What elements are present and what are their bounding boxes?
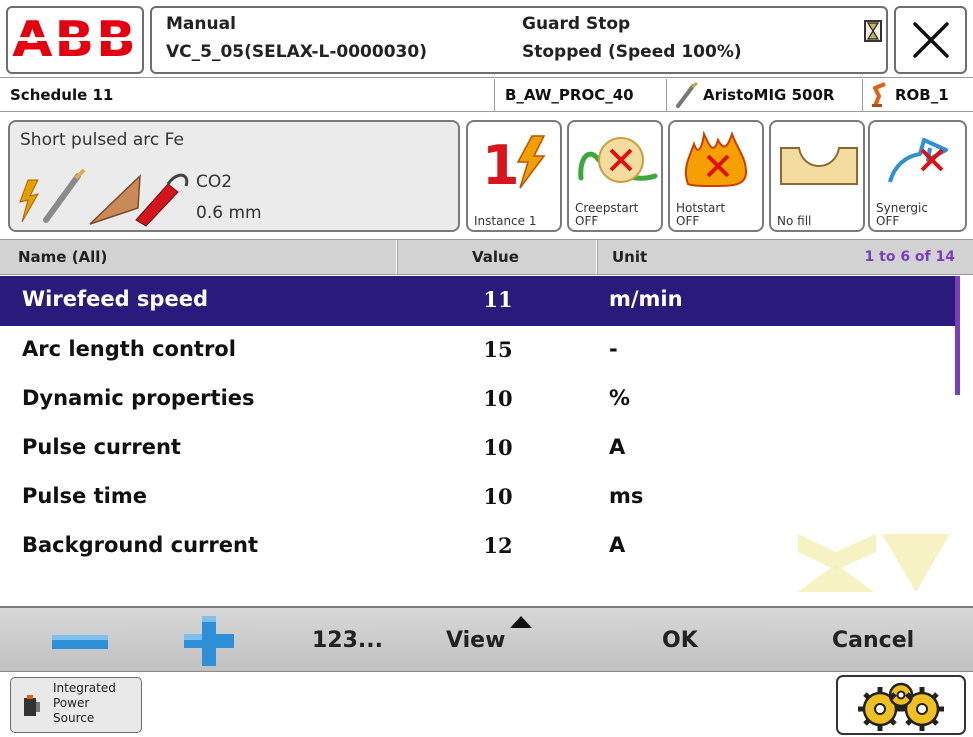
plus-icon [184, 616, 234, 666]
row-name: Background current [22, 533, 258, 557]
row-name: Wirefeed speed [22, 287, 208, 311]
gears-icon [858, 682, 944, 731]
system-name: VC_5_05(SELAX-L-0000030) [166, 42, 427, 62]
abb-logo: ABB [12, 11, 138, 69]
table-row[interactable]: Dynamic properties 10 % [0, 375, 960, 425]
hotstart-tile[interactable]: Hotstart OFF [668, 120, 764, 232]
abb-logo-button[interactable]: ABB [6, 6, 144, 74]
process-description: Short pulsed arc Fe [20, 130, 184, 150]
taskbar: Integrated Power Source [0, 673, 973, 737]
quickset-button[interactable] [836, 675, 966, 735]
row-unit: A [609, 435, 626, 459]
instance-icon: 1 [482, 134, 546, 192]
column-divider [396, 240, 398, 274]
row-name: Pulse current [22, 435, 181, 459]
robot-name: ROB_1 [895, 86, 949, 104]
row-name: Arc length control [22, 337, 236, 361]
table-row[interactable]: Wirefeed speed 11 m/min [0, 276, 960, 326]
creepstart-icon [578, 137, 658, 183]
column-unit[interactable]: Unit [612, 248, 647, 266]
view-menu-button[interactable]: View [446, 628, 505, 653]
cancel-button[interactable]: Cancel [832, 628, 914, 653]
row-name: Pulse time [22, 484, 147, 508]
command-bar: 123... View OK Cancel [0, 606, 973, 672]
program-state: Stopped (Speed 100%) [522, 42, 742, 62]
power-source-cell[interactable]: AristoMIG 500R [666, 79, 862, 111]
row-unit: ms [609, 484, 644, 508]
svg-text:1: 1 [482, 134, 520, 192]
row-value: 12 [483, 533, 513, 558]
creepstart-tile[interactable]: Creepstart OFF [567, 120, 663, 232]
scrollbar[interactable] [955, 276, 960, 395]
task-integrated-power-source[interactable]: Integrated Power Source [10, 677, 142, 733]
synergic-tile[interactable]: Synergic OFF [868, 120, 967, 232]
table-row[interactable]: Pulse current 10 A [0, 424, 960, 474]
crater-fill-label: No fill [777, 214, 812, 228]
row-unit: - [609, 337, 618, 361]
plus-button[interactable] [170, 614, 250, 668]
table-row[interactable]: Pulse time 10 ms [0, 473, 960, 523]
scroll-down-icon[interactable] [880, 530, 952, 594]
table-header: Name (All) Value Unit 1 to 6 of 14 [0, 239, 973, 275]
column-name[interactable]: Name (All) [18, 248, 107, 266]
controller-state: Guard Stop [522, 14, 631, 34]
close-icon [912, 22, 949, 58]
process-name: B_AW_PROC_40 [505, 86, 634, 104]
power-source-name: AristoMIG 500R [703, 86, 835, 104]
process-summary[interactable]: Short pulsed arc Fe CO2 0.6 mm [8, 120, 460, 232]
synergic-icon [888, 138, 948, 183]
column-divider [596, 240, 598, 274]
row-name: Dynamic properties [22, 386, 255, 410]
instance-label: Instance 1 [474, 214, 537, 228]
robot-arm-icon [872, 82, 886, 107]
pager-text: 1 to 6 of 14 [864, 249, 955, 265]
hourglass-icon [864, 20, 882, 42]
instance-tile[interactable]: 1 Instance 1 [466, 120, 562, 232]
minus-icon [52, 635, 108, 649]
row-value: 10 [483, 484, 513, 509]
view-title: Schedule 11 [10, 86, 114, 104]
process-name-cell[interactable]: B_AW_PROC_40 [494, 79, 666, 111]
wire-diameter: 0.6 mm [196, 203, 262, 223]
robot-cell[interactable]: ROB_1 [862, 79, 973, 111]
row-unit: m/min [609, 287, 683, 311]
scroll-up-icon[interactable] [796, 530, 878, 594]
menu-up-arrow-icon [510, 616, 532, 628]
column-value[interactable]: Value [472, 248, 519, 266]
row-unit: A [609, 533, 626, 557]
power-source-icon [24, 695, 40, 716]
crater-fill-icon [780, 147, 858, 185]
operating-mode: Manual [166, 14, 236, 34]
welding-equipment-icon [19, 168, 189, 227]
creepstart-label: Creepstart OFF [575, 201, 639, 228]
task-label: Integrated Power Source [53, 681, 116, 725]
synergic-label: Synergic OFF [876, 201, 928, 228]
row-value: 10 [483, 435, 513, 460]
row-value: 11 [483, 287, 513, 312]
row-value: 10 [483, 386, 513, 411]
ok-button[interactable]: OK [662, 628, 698, 653]
minus-button[interactable] [40, 622, 120, 662]
shielding-gas: CO2 [196, 172, 233, 192]
crater-fill-tile[interactable]: No fill [769, 120, 865, 232]
table-row[interactable]: Arc length control 15 - [0, 326, 960, 376]
hotstart-label: Hotstart OFF [676, 201, 726, 228]
numpad-button[interactable]: 123... [312, 628, 383, 653]
row-unit: % [609, 386, 631, 410]
close-button[interactable] [894, 6, 967, 74]
welding-torch-icon [676, 82, 698, 108]
header: ABB Manual VC_5_05(SELAX-L-0000030) Guar… [0, 0, 973, 78]
status-bar[interactable]: Manual VC_5_05(SELAX-L-0000030) Guard St… [150, 6, 888, 74]
row-value: 15 [483, 337, 513, 362]
info-bar: Schedule 11 B_AW_PROC_40 AristoMIG 500R … [0, 79, 973, 112]
hotstart-icon [684, 130, 748, 188]
